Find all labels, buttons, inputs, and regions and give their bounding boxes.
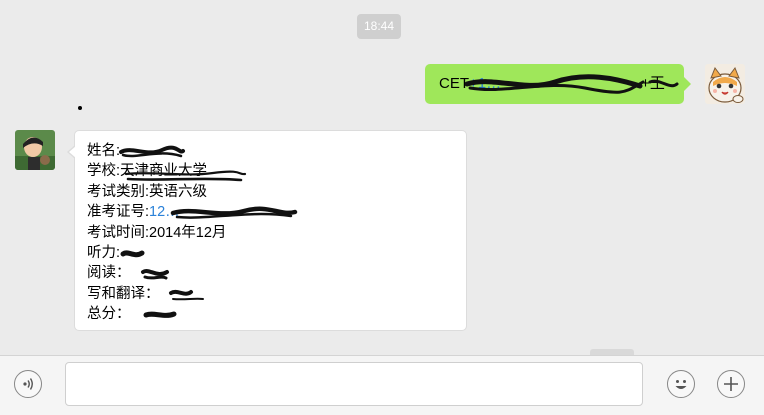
sent-message-suffix: +王 [641, 75, 665, 92]
score-line-total: 总分： [87, 304, 466, 324]
redaction-scribble [170, 206, 298, 219]
redaction-scribble [169, 289, 204, 301]
contact-avatar[interactable] [15, 130, 55, 170]
message-input[interactable] [65, 362, 643, 406]
sent-message-bubble[interactable]: CET+1… +王 [425, 64, 691, 104]
redaction-scribble [120, 250, 145, 258]
voice-icon [23, 378, 33, 390]
voice-button[interactable] [14, 370, 42, 398]
emoji-icon [675, 380, 687, 389]
score-line-exam-type: 考试类别:英语六级 [87, 183, 208, 200]
emoji-button[interactable] [667, 370, 695, 398]
plus-button[interactable] [717, 370, 745, 398]
sent-message-number[interactable]: +1… [469, 75, 501, 92]
score-line-name: 姓名: [87, 141, 466, 161]
score-line-writing-translation: 写和翻译： [87, 284, 466, 304]
chat-area: 18:44 CET+1… +王 姓名: 学校:天津商业大学 考试类别:英语六级 … [0, 0, 764, 355]
score-line-ticket-number: 准考证号:12… [87, 202, 466, 222]
cat-avatar-icon [705, 64, 745, 104]
received-message-bubble[interactable]: 姓名: 学校:天津商业大学 考试类别:英语六级 准考证号:12… 考试时间:20 [67, 130, 467, 331]
timestamp: 18:44 [357, 14, 401, 39]
self-avatar[interactable] [705, 64, 745, 104]
score-line-exam-time: 考试时间:2014年12月 [87, 224, 227, 241]
sent-message-prefix: CET [439, 75, 469, 92]
redaction-scribble [143, 311, 177, 319]
person-avatar-icon [15, 130, 55, 170]
ticket-number-link[interactable]: 12… [149, 204, 180, 220]
stray-dot [78, 106, 82, 110]
input-bar [0, 355, 764, 415]
redaction-scribble [141, 269, 169, 280]
score-line-reading: 阅读： [87, 263, 466, 283]
score-line-listening: 听力: [87, 243, 466, 263]
plus-icon [724, 377, 738, 391]
redaction-scribble [119, 145, 185, 158]
score-line-school: 学校:天津商业大学 [87, 161, 466, 182]
